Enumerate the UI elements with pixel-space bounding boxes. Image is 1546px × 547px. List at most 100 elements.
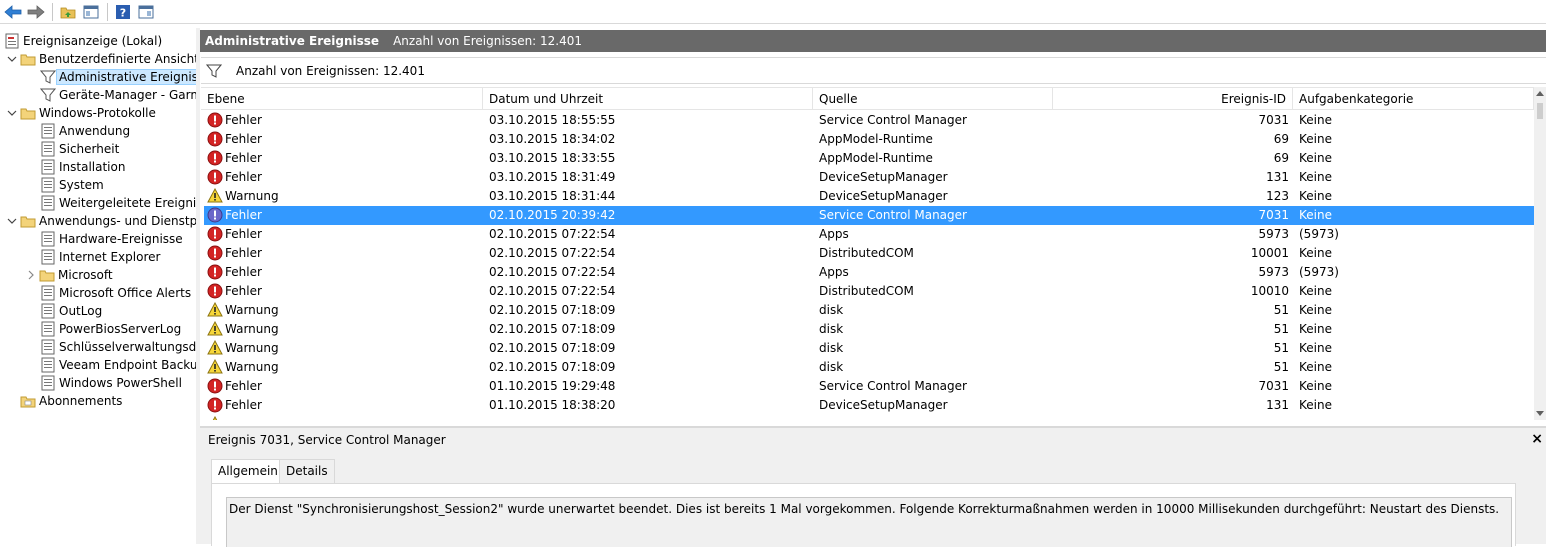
scroll-down-icon[interactable] [1536, 411, 1544, 416]
cell-source: DeviceSetupManager [819, 170, 948, 184]
cell-source: Service Control Manager [819, 113, 967, 127]
tree-item-office-alerts[interactable]: Microsoft Office Alerts [40, 284, 191, 302]
tree-item-label: Microsoft [58, 268, 113, 282]
table-row[interactable]: Warnung 03.10.2015 18:31:44 DeviceSetupMan… [204, 187, 1534, 206]
cell-datetime: 02.10.2015 07:18:09 [489, 360, 616, 374]
table-row[interactable]: Fehler 03.10.2015 18:34:02 AppModel-Runtim… [204, 130, 1534, 149]
warning-icon [212, 416, 218, 420]
column-header-source[interactable]: Quelle [813, 88, 1053, 110]
chevron-right-icon[interactable] [25, 269, 37, 281]
cell-level: Warnung [225, 189, 279, 203]
tree-item-key-management[interactable]: Schlüsselverwaltungsdienst [40, 338, 196, 356]
error-icon [207, 264, 223, 280]
column-header-task[interactable]: Aufgabenkategorie [1293, 88, 1534, 110]
tab-details[interactable]: Details [279, 459, 335, 483]
tree-item-hardware[interactable]: Hardware-Ereignisse [40, 230, 183, 248]
tree-item-label: Sicherheit [59, 142, 120, 156]
tree-item-label: Windows-Protokolle [39, 106, 156, 120]
tree-item-internet-explorer[interactable]: Internet Explorer [40, 248, 160, 266]
cell-datetime: 03.10.2015 18:55:55 [489, 113, 616, 127]
cell-level: Warnung [225, 360, 279, 374]
tree-item-powerbios[interactable]: PowerBiosServerLog [40, 320, 181, 338]
cell-event-id: 51 [1273, 360, 1289, 374]
back-icon[interactable] [3, 2, 23, 22]
table-row[interactable]: Warnung 02.10.2015 07:18:09 disk 51 Keine [204, 320, 1534, 339]
folder-up-icon[interactable] [58, 2, 78, 22]
scrollbar-thumb[interactable] [1537, 103, 1543, 119]
help-icon[interactable]: ? [113, 2, 133, 22]
show-hide-tree-icon[interactable] [81, 2, 101, 22]
cell-datetime: 02.10.2015 07:22:54 [489, 246, 616, 260]
tree-item-app-service-logs[interactable]: Anwendungs- und Dienstprotokolle [6, 212, 196, 230]
table-row[interactable]: Fehler 02.10.2015 20:39:42 Service Control… [204, 206, 1534, 225]
cell-event-id: 131 [1266, 170, 1289, 184]
tab-content: Der Dienst "Synchronisierungshost_Sessio… [211, 483, 1516, 547]
cell-level: Fehler [225, 151, 262, 165]
tree-item-subscriptions[interactable]: Abonnements [20, 392, 122, 410]
folder-icon [20, 216, 36, 228]
tree-item-label: Administrative Ereignisse [56, 69, 196, 85]
cell-level: Fehler [225, 284, 262, 298]
cell-event-id: 69 [1273, 151, 1289, 165]
error-icon [207, 112, 223, 128]
tree-item-application[interactable]: Anwendung [40, 122, 130, 140]
table-row[interactable]: Fehler 02.10.2015 07:22:54 DistributedCOM 1… [204, 244, 1534, 263]
cell-source: disk [819, 360, 844, 374]
table-row[interactable]: Fehler 03.10.2015 18:55:55 Service Control… [204, 111, 1534, 130]
chevron-down-icon[interactable] [6, 107, 18, 119]
table-row[interactable]: Warnung 02.10.2015 07:18:09 disk 51 Keine [204, 358, 1534, 377]
table-row[interactable]: Fehler 03.10.2015 18:33:55 AppModel-Runtim… [204, 149, 1534, 168]
log-icon [41, 357, 55, 373]
tree-item-root[interactable]: Ereignisanzeige (Lokal) [4, 32, 162, 50]
tree-item-custom-views[interactable]: Benutzerdefinierte Ansichten [6, 50, 196, 68]
cell-task: Keine [1299, 341, 1332, 355]
chevron-down-icon[interactable] [6, 215, 18, 227]
cell-level: Fehler [225, 379, 262, 393]
error-icon [207, 283, 223, 299]
tree-item-forwarded[interactable]: Weitergeleitete Ereignisse [40, 194, 196, 212]
column-header-event-id[interactable]: Ereignis-ID [1053, 88, 1293, 110]
table-row[interactable]: Fehler 01.10.2015 18:38:20 DeviceSetupMana… [204, 396, 1534, 415]
forward-icon[interactable] [26, 2, 46, 22]
table-row[interactable]: Fehler 02.10.2015 07:22:54 Apps 5973 (5973) [204, 263, 1534, 282]
tree-item-outlog[interactable]: OutLog [40, 302, 102, 320]
column-header-level[interactable]: Ebene [201, 88, 483, 110]
cell-datetime: 03.10.2015 18:31:44 [489, 189, 616, 203]
cell-event-id: 51 [1273, 303, 1289, 317]
tree-item-microsoft[interactable]: Microsoft [25, 266, 113, 284]
cell-task: Keine [1299, 379, 1332, 393]
tree-item-device-manager[interactable]: Geräte-Manager - Garmin [40, 86, 196, 104]
event-list-scrollbar[interactable] [1534, 87, 1546, 420]
tree-item-system[interactable]: System [40, 176, 104, 194]
warning-icon [207, 359, 223, 374]
error-icon [207, 131, 223, 147]
tree-item-label: OutLog [59, 304, 103, 318]
table-row-partial[interactable] [204, 415, 1534, 420]
tree-item-admin-events[interactable]: Administrative Ereignisse [40, 68, 196, 86]
tree-item-label: Windows PowerShell [59, 376, 182, 390]
action-pane-icon[interactable] [136, 2, 156, 22]
tree-item-powershell[interactable]: Windows PowerShell [40, 374, 182, 392]
table-row[interactable]: Fehler 03.10.2015 18:31:49 DeviceSetupMana… [204, 168, 1534, 187]
tree-item-windows-logs[interactable]: Windows-Protokolle [6, 104, 156, 122]
table-row[interactable]: Warnung 02.10.2015 07:18:09 disk 51 Keine [204, 301, 1534, 320]
table-row[interactable]: Fehler 01.10.2015 19:29:48 Service Control… [204, 377, 1534, 396]
scroll-up-icon[interactable] [1536, 91, 1544, 96]
tab-general[interactable]: Allgemein [211, 459, 285, 484]
cell-source: Apps [819, 265, 849, 279]
log-icon [41, 285, 55, 301]
tree-item-setup[interactable]: Installation [40, 158, 125, 176]
table-row[interactable]: Warnung 02.10.2015 07:18:09 disk 51 Keine [204, 339, 1534, 358]
close-icon[interactable]: × [1531, 431, 1543, 447]
table-row[interactable]: Fehler 02.10.2015 07:22:54 Apps 5973 (5973) [204, 225, 1534, 244]
table-row[interactable]: Fehler 02.10.2015 07:22:54 DistributedCOM 1… [204, 282, 1534, 301]
tree-item-security[interactable]: Sicherheit [40, 140, 119, 158]
log-icon [41, 375, 55, 391]
error-icon [207, 397, 223, 413]
tree-item-label: Weitergeleitete Ereignisse [59, 196, 196, 210]
tree-item-veeam[interactable]: Veeam Endpoint Backup [40, 356, 196, 374]
chevron-down-icon[interactable] [6, 53, 18, 65]
column-header-datetime[interactable]: Datum und Uhrzeit [483, 88, 813, 110]
tree-item-label: Benutzerdefinierte Ansichten [39, 52, 196, 66]
view-title: Administrative Ereignisse [205, 34, 380, 48]
